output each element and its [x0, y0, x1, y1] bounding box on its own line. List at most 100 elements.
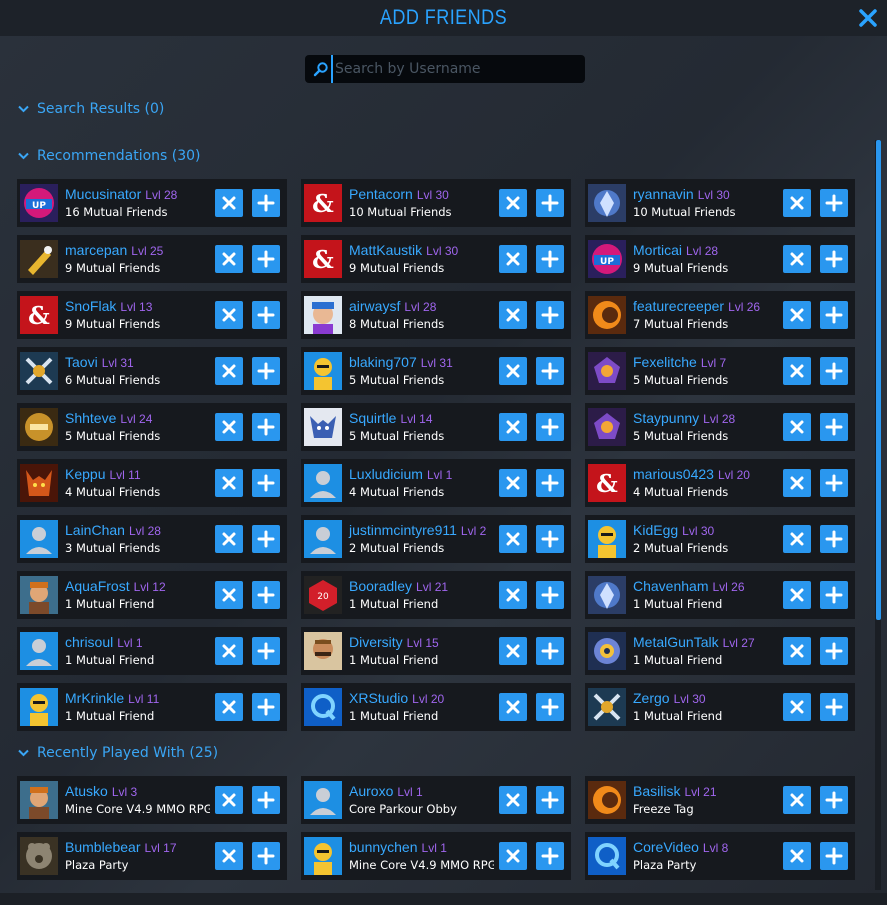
add-friend-button[interactable]	[820, 637, 848, 665]
add-friend-button[interactable]	[820, 189, 848, 217]
dismiss-button[interactable]	[499, 245, 527, 273]
username[interactable]: LainChan Lvl 28	[65, 522, 161, 538]
dismiss-button[interactable]	[215, 581, 243, 609]
username[interactable]: KidEgg Lvl 30	[633, 522, 714, 538]
add-friend-button[interactable]	[252, 693, 280, 721]
dismiss-button[interactable]	[783, 357, 811, 385]
username[interactable]: marcepan Lvl 25	[65, 242, 163, 258]
username[interactable]: Zergo Lvl 30	[633, 690, 706, 706]
username[interactable]: MetalGunTalk Lvl 27	[633, 634, 755, 650]
dismiss-button[interactable]	[499, 786, 527, 814]
dismiss-button[interactable]	[215, 525, 243, 553]
add-friend-button[interactable]	[252, 357, 280, 385]
add-friend-button[interactable]	[252, 301, 280, 329]
dismiss-button[interactable]	[499, 413, 527, 441]
username[interactable]: MattKaustik Lvl 30	[349, 242, 458, 258]
dismiss-button[interactable]	[215, 245, 243, 273]
section-recently-played[interactable]: Recently Played With (25)	[18, 745, 218, 765]
dismiss-button[interactable]	[783, 786, 811, 814]
add-friend-button[interactable]	[536, 189, 564, 217]
dismiss-button[interactable]	[215, 842, 243, 870]
section-search-results[interactable]: Search Results (0)	[18, 101, 164, 121]
add-friend-button[interactable]	[252, 842, 280, 870]
add-friend-button[interactable]	[536, 525, 564, 553]
add-friend-button[interactable]	[536, 693, 564, 721]
dismiss-button[interactable]	[499, 525, 527, 553]
add-friend-button[interactable]	[820, 301, 848, 329]
username[interactable]: Auroxo Lvl 1	[349, 783, 423, 799]
dismiss-button[interactable]	[215, 189, 243, 217]
search-box[interactable]	[305, 55, 585, 83]
search-input[interactable]	[331, 55, 581, 83]
dismiss-button[interactable]	[783, 581, 811, 609]
dismiss-button[interactable]	[215, 786, 243, 814]
dismiss-button[interactable]	[499, 469, 527, 497]
add-friend-button[interactable]	[252, 637, 280, 665]
add-friend-button[interactable]	[820, 786, 848, 814]
dismiss-button[interactable]	[499, 581, 527, 609]
dismiss-button[interactable]	[499, 637, 527, 665]
dismiss-button[interactable]	[783, 525, 811, 553]
username[interactable]: Morticai Lvl 28	[633, 242, 718, 258]
add-friend-button[interactable]	[536, 469, 564, 497]
dismiss-button[interactable]	[783, 245, 811, 273]
add-friend-button[interactable]	[252, 189, 280, 217]
username[interactable]: SnoFlak Lvl 13	[65, 298, 152, 314]
dismiss-button[interactable]	[499, 189, 527, 217]
username[interactable]: Bumblebear Lvl 17	[65, 839, 177, 855]
dismiss-button[interactable]	[783, 693, 811, 721]
add-friend-button[interactable]	[820, 525, 848, 553]
username[interactable]: ryannavin Lvl 30	[633, 186, 730, 202]
username[interactable]: justinmcintyre911 Lvl 2	[349, 522, 486, 538]
add-friend-button[interactable]	[252, 469, 280, 497]
add-friend-button[interactable]	[536, 581, 564, 609]
add-friend-button[interactable]	[820, 413, 848, 441]
add-friend-button[interactable]	[536, 637, 564, 665]
username[interactable]: Taovi Lvl 31	[65, 354, 134, 370]
dismiss-button[interactable]	[215, 637, 243, 665]
username[interactable]: Squirtle Lvl 14	[349, 410, 433, 426]
add-friend-button[interactable]	[536, 245, 564, 273]
username[interactable]: Atusko Lvl 3	[65, 783, 137, 799]
dismiss-button[interactable]	[783, 637, 811, 665]
username[interactable]: blaking707 Lvl 31	[349, 354, 453, 370]
username[interactable]: XRStudio Lvl 20	[349, 690, 444, 706]
dismiss-button[interactable]	[499, 693, 527, 721]
add-friend-button[interactable]	[820, 469, 848, 497]
username[interactable]: Basilisk Lvl 21	[633, 783, 717, 799]
username[interactable]: Pentacorn Lvl 30	[349, 186, 449, 202]
add-friend-button[interactable]	[820, 581, 848, 609]
dismiss-button[interactable]	[783, 413, 811, 441]
dismiss-button[interactable]	[215, 413, 243, 441]
username[interactable]: Mucusinator Lvl 28	[65, 186, 177, 202]
add-friend-button[interactable]	[536, 842, 564, 870]
username[interactable]: Fexelitche Lvl 7	[633, 354, 726, 370]
username[interactable]: Chavenham Lvl 26	[633, 578, 745, 594]
username[interactable]: featurecreeper Lvl 26	[633, 298, 760, 314]
add-friend-button[interactable]	[536, 786, 564, 814]
section-recommendations[interactable]: Recommendations (30)	[18, 148, 201, 168]
add-friend-button[interactable]	[536, 357, 564, 385]
add-friend-button[interactable]	[820, 842, 848, 870]
add-friend-button[interactable]	[252, 581, 280, 609]
username[interactable]: bunnychen Lvl 1	[349, 839, 447, 855]
dismiss-button[interactable]	[215, 469, 243, 497]
dismiss-button[interactable]	[499, 357, 527, 385]
username[interactable]: Shhteve Lvl 24	[65, 410, 152, 426]
dismiss-button[interactable]	[783, 469, 811, 497]
username[interactable]: chrisoul Lvl 1	[65, 634, 143, 650]
dismiss-button[interactable]	[215, 301, 243, 329]
add-friend-button[interactable]	[820, 357, 848, 385]
username[interactable]: airwaysf Lvl 28	[349, 298, 436, 314]
username[interactable]: Booradley Lvl 21	[349, 578, 448, 594]
scrollbar-thumb[interactable]	[876, 140, 881, 620]
dismiss-button[interactable]	[783, 842, 811, 870]
username[interactable]: Staypunny Lvl 28	[633, 410, 735, 426]
dismiss-button[interactable]	[499, 842, 527, 870]
add-friend-button[interactable]	[820, 693, 848, 721]
add-friend-button[interactable]	[252, 413, 280, 441]
username[interactable]: marious0423 Lvl 20	[633, 466, 750, 482]
dismiss-button[interactable]	[215, 357, 243, 385]
add-friend-button[interactable]	[536, 301, 564, 329]
username[interactable]: Keppu Lvl 11	[65, 466, 141, 482]
